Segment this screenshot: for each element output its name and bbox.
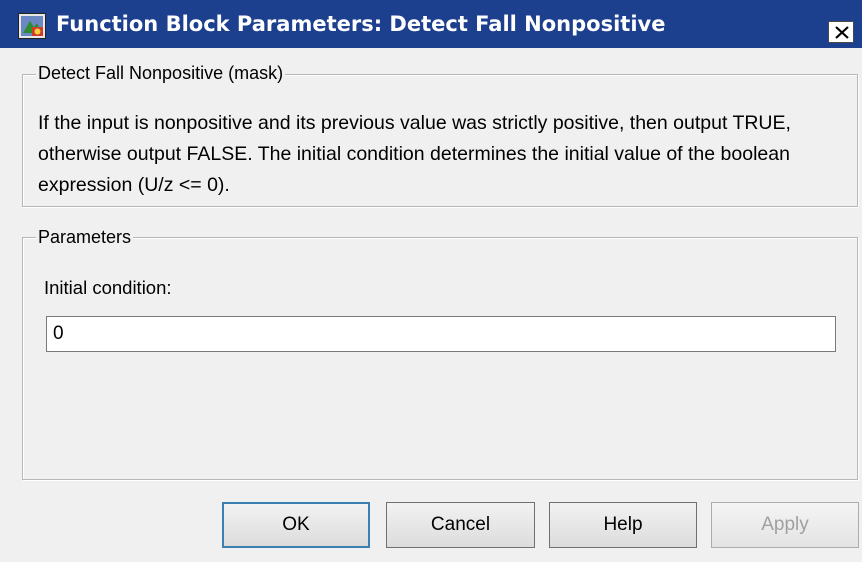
function-block-parameters-dialog: Function Block Parameters: Detect Fall N… bbox=[0, 0, 862, 562]
initial-condition-label: Initial condition: bbox=[44, 277, 172, 298]
help-button[interactable]: Help bbox=[549, 502, 697, 548]
initial-condition-input[interactable] bbox=[46, 316, 836, 352]
cancel-button[interactable]: Cancel bbox=[386, 502, 535, 548]
simulink-block-icon bbox=[18, 13, 46, 39]
apply-button: Apply bbox=[711, 502, 859, 548]
window-title: Function Block Parameters: Detect Fall N… bbox=[56, 12, 666, 36]
mask-description-text: If the input is nonpositive and its prev… bbox=[38, 112, 791, 196]
ok-button[interactable]: OK bbox=[222, 502, 370, 548]
parameters-group-legend: Parameters bbox=[36, 226, 134, 248]
close-button[interactable] bbox=[828, 21, 854, 43]
title-bar[interactable]: Function Block Parameters: Detect Fall N… bbox=[0, 0, 862, 48]
parameters-group bbox=[22, 237, 858, 480]
mask-group-legend: Detect Fall Nonpositive (mask) bbox=[36, 62, 286, 84]
close-icon bbox=[835, 26, 849, 39]
